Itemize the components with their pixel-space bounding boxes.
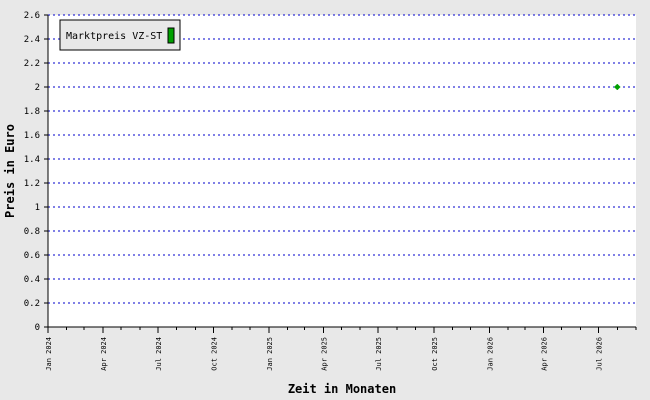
y-tick-label: 1.6 bbox=[24, 131, 40, 141]
y-tick-label: 1 bbox=[35, 203, 40, 213]
x-tick-label: Apr 2025 bbox=[320, 337, 328, 371]
y-tick-label: 0.2 bbox=[24, 299, 40, 309]
y-tick-label: 2.6 bbox=[24, 11, 40, 21]
x-tick-label: Jul 2024 bbox=[155, 337, 163, 371]
legend: Marktpreis VZ-ST bbox=[59, 19, 181, 51]
x-tick-label: Jan 2025 bbox=[266, 337, 274, 371]
y-tick-label: 1.4 bbox=[24, 155, 40, 165]
x-axis-label: Zeit in Monaten bbox=[288, 382, 396, 396]
y-tick-label: 2.2 bbox=[24, 59, 40, 69]
y-tick-label: 0 bbox=[35, 323, 40, 333]
y-tick-label: 1.8 bbox=[24, 107, 40, 117]
x-tick-label: Jan 2024 bbox=[45, 337, 53, 371]
x-tick-label: Jan 2026 bbox=[486, 337, 494, 371]
y-tick-label: 2 bbox=[35, 83, 40, 93]
y-axis-ticks: 0 0.2 0.4 0.6 0.8 1 1.2 1.4 1.6 1.8 2 2.2 2.4 2.6 bbox=[24, 11, 48, 333]
y-tick-label: 1.2 bbox=[24, 179, 40, 189]
x-tick-label: Jul 2025 bbox=[375, 337, 383, 371]
y-tick-label: 0.6 bbox=[24, 251, 40, 261]
legend-swatch bbox=[167, 27, 175, 44]
y-axis-label: Preis in Euro bbox=[3, 124, 17, 218]
x-tick-label: Apr 2024 bbox=[100, 337, 108, 371]
x-tick-label: Oct 2024 bbox=[210, 337, 218, 371]
plot-area bbox=[48, 15, 636, 327]
y-tick-label: 0.8 bbox=[24, 227, 40, 237]
y-tick-label: 0.4 bbox=[24, 275, 40, 285]
y-tick-label: 2.4 bbox=[24, 35, 40, 45]
legend-label: Marktpreis VZ-ST bbox=[66, 31, 162, 42]
x-axis-ticks: Jan 2024 Apr 2024 Jul 2024 Oct 2024 Jan 2025… bbox=[45, 327, 637, 371]
chart-container: 0 0.2 0.4 0.6 0.8 1 1.2 1.4 1.6 1.8 2 2.2 2.4 2.6 Jan… bbox=[0, 0, 650, 400]
x-tick-label: Apr 2026 bbox=[541, 337, 549, 371]
x-tick-label: Jul 2026 bbox=[596, 337, 604, 371]
chart-svg: 0 0.2 0.4 0.6 0.8 1 1.2 1.4 1.6 1.8 2 2.2 2.4 2.6 Jan… bbox=[3, 11, 637, 396]
x-tick-label: Oct 2025 bbox=[431, 337, 439, 371]
